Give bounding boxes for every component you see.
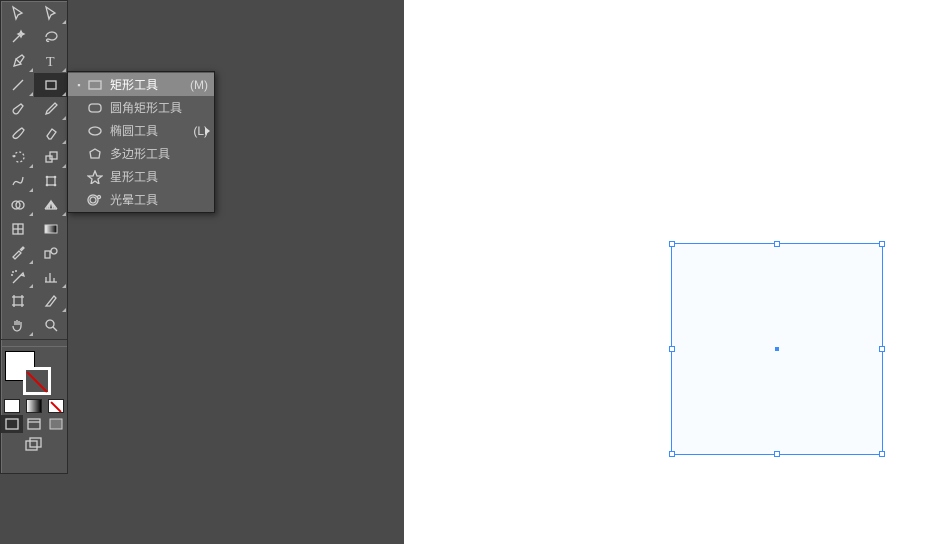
magic-wand-tool[interactable] [1,25,34,49]
selection-tool[interactable] [1,1,34,25]
flyout-rectangle-tool[interactable]: ▪ 矩形工具 (M) [68,73,214,96]
handle-middle-right[interactable] [879,346,885,352]
zoom-tool[interactable] [34,313,67,337]
color-swatch-block [1,347,67,397]
gradient-tool[interactable] [34,217,67,241]
submenu-arrow-icon [205,127,210,135]
star-icon [86,169,104,185]
flyout-item-label: 矩形工具 [110,76,186,93]
color-mode-none[interactable] [45,397,67,415]
flyout-item-label: 多边形工具 [110,145,208,162]
type-tool[interactable]: T [34,49,67,73]
flyout-item-label: 星形工具 [110,168,208,185]
rectangle-icon [86,77,104,93]
rounded-rectangle-icon [86,100,104,116]
polygon-icon [86,146,104,162]
handle-bottom-left[interactable] [669,451,675,457]
flyout-item-label: 圆角矩形工具 [110,99,208,116]
lasso-tool[interactable] [34,25,67,49]
tools-panel: T [0,0,68,474]
ellipse-icon [86,123,104,139]
pen-tool[interactable] [1,49,34,73]
free-transform-tool[interactable] [34,169,67,193]
scale-tool[interactable] [34,145,67,169]
color-mode-row [1,397,67,415]
shape-tool-flyout: ▪ 矩形工具 (M) 圆角矩形工具 椭圆工具 (L) 多边形工具 星形工具 [67,71,215,213]
perspective-grid-tool[interactable] [34,193,67,217]
line-segment-tool[interactable] [1,73,34,97]
symbol-sprayer-tool[interactable] [1,265,34,289]
selected-dot-icon: ▪ [76,80,82,90]
mesh-tool[interactable] [1,217,34,241]
selection-center-point [775,347,779,351]
flyout-star-tool[interactable]: 星形工具 [68,165,214,188]
canvas-artboard[interactable] [404,0,930,544]
svg-text:T: T [46,55,55,69]
flyout-rounded-rectangle-tool[interactable]: 圆角矩形工具 [68,96,214,119]
blend-tool[interactable] [34,241,67,265]
pencil-tool[interactable] [34,97,67,121]
handle-top-left[interactable] [669,241,675,247]
flyout-item-label: 椭圆工具 [110,122,189,139]
slice-tool[interactable] [34,289,67,313]
screen-mode-normal[interactable] [1,415,23,433]
flyout-ellipse-tool[interactable]: 椭圆工具 (L) [68,119,214,142]
handle-bottom-right[interactable] [879,451,885,457]
shape-tool[interactable] [34,73,67,97]
eyedropper-tool[interactable] [1,241,34,265]
tools-divider [1,339,67,347]
flyout-item-shortcut: (M) [190,78,208,92]
flyout-item-label: 光晕工具 [110,191,208,208]
direct-selection-tool[interactable] [34,1,67,25]
change-screen-mode[interactable] [1,433,67,457]
selected-rectangle-shape[interactable] [672,244,882,454]
blob-brush-tool[interactable] [1,121,34,145]
stroke-swatch[interactable] [23,367,51,395]
screen-mode-full[interactable] [45,415,67,433]
screen-mode-full-menu[interactable] [23,415,45,433]
flyout-polygon-tool[interactable]: 多边形工具 [68,142,214,165]
handle-bottom-middle[interactable] [774,451,780,457]
eraser-tool[interactable] [34,121,67,145]
shape-builder-tool[interactable] [1,193,34,217]
artboard-tool[interactable] [1,289,34,313]
handle-middle-left[interactable] [669,346,675,352]
width-tool[interactable] [1,169,34,193]
color-mode-solid[interactable] [1,397,23,415]
rotate-tool[interactable] [1,145,34,169]
illustrator-workspace: T [0,0,930,544]
column-graph-tool[interactable] [34,265,67,289]
handle-top-right[interactable] [879,241,885,247]
hand-tool[interactable] [1,313,34,337]
flyout-flare-tool[interactable]: 光晕工具 [68,188,214,211]
handle-top-middle[interactable] [774,241,780,247]
color-mode-gradient[interactable] [23,397,45,415]
paintbrush-tool[interactable] [1,97,34,121]
screen-mode-row [1,415,67,433]
flare-icon [86,192,104,208]
